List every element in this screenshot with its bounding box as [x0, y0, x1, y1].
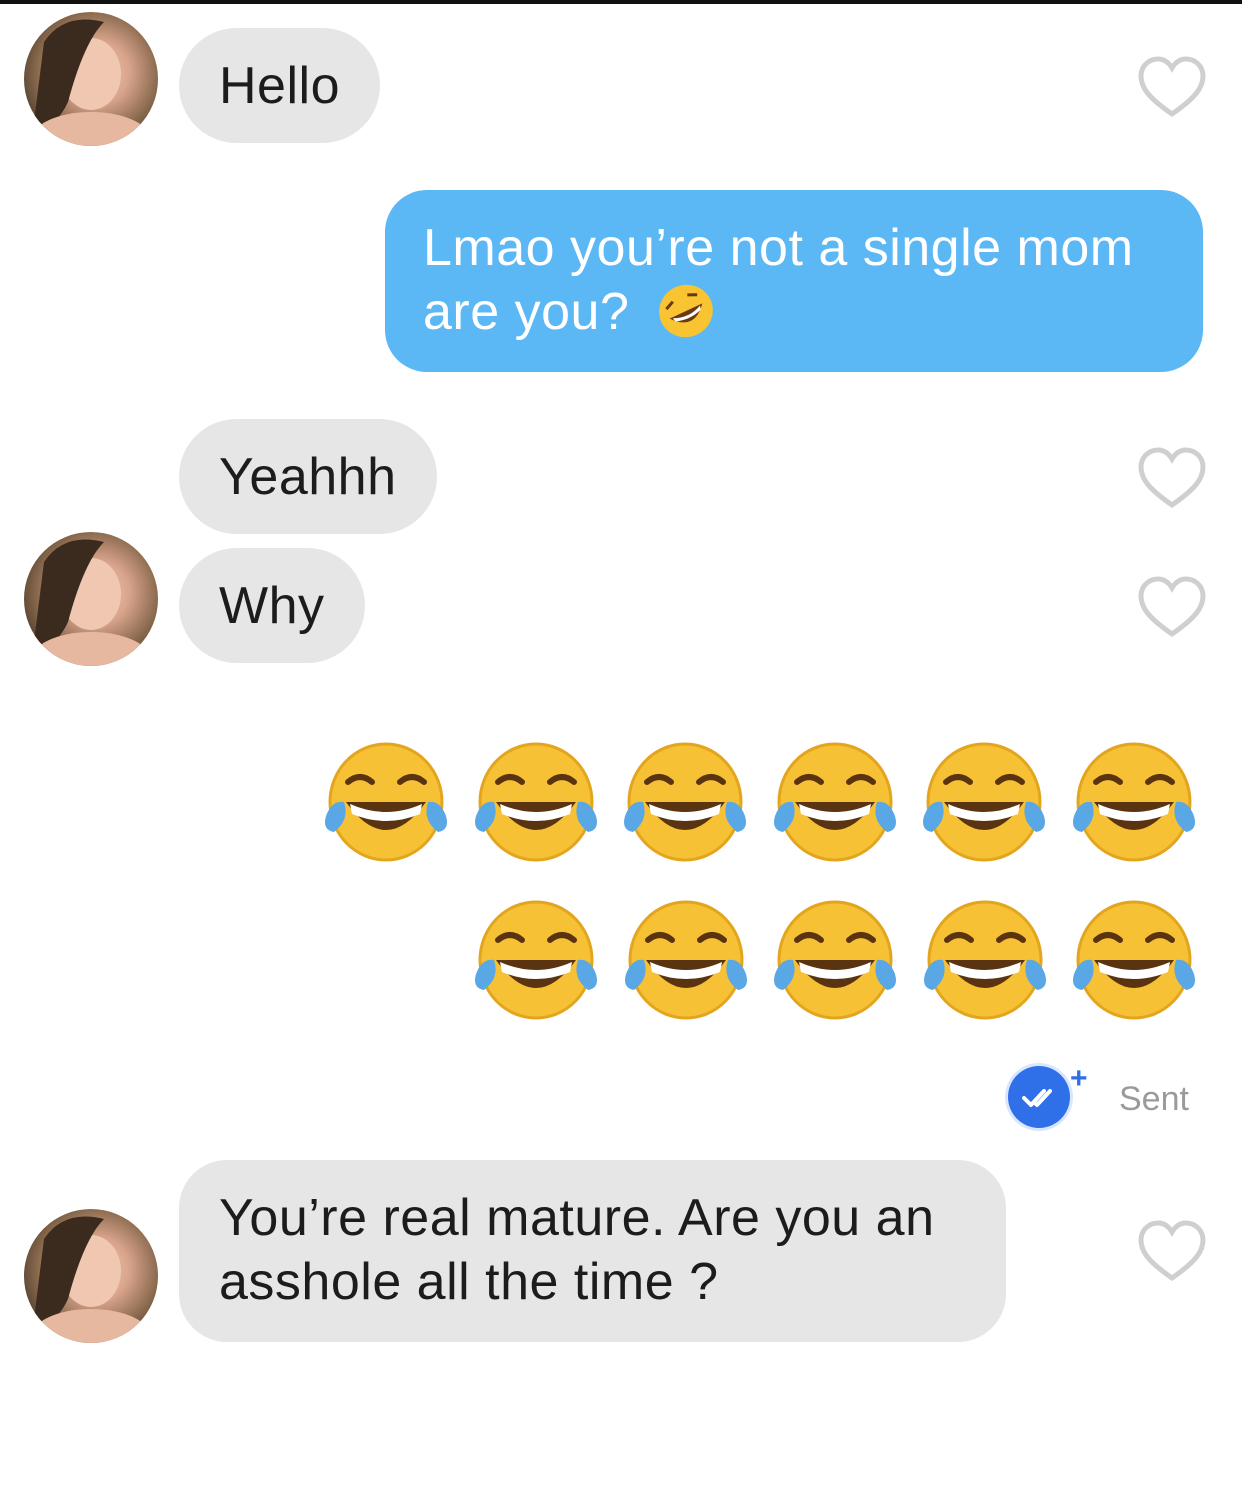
rolling-on-floor-laughing-emoji [659, 284, 714, 338]
face-with-tears-of-joy-emoji [625, 900, 747, 1020]
heart-icon[interactable] [1137, 576, 1207, 638]
message-bubble-incoming[interactable]: You’re real mature. Are you an asshole a… [179, 1160, 1006, 1342]
face-with-tears-of-joy-emoji [923, 742, 1045, 862]
face-with-tears-of-joy-emoji [1073, 900, 1195, 1020]
avatar[interactable] [24, 12, 158, 146]
message-bubble-incoming[interactable]: Hello [179, 28, 380, 143]
face-with-tears-of-joy-emoji [325, 742, 447, 862]
double-check-icon [1022, 1089, 1052, 1107]
message-bubble-incoming[interactable]: Why [179, 548, 365, 663]
message-text-line: asshole all the time ? [219, 1253, 719, 1311]
message-bubble-incoming[interactable]: Yeahhh [179, 419, 437, 534]
avatar[interactable] [24, 532, 158, 666]
plus-icon[interactable]: + [1070, 1062, 1088, 1096]
message-text-line: You’re real mature. Are you an [219, 1189, 935, 1247]
face-with-tears-of-joy-emoji [624, 742, 746, 862]
message-bubble-outgoing[interactable]: Lmao you’re not a single mom are you? [385, 190, 1203, 372]
heart-icon[interactable] [1137, 447, 1207, 509]
face-with-tears-of-joy-emoji [475, 900, 597, 1020]
message-text-line: are you? [423, 280, 1165, 344]
message-text-line: Lmao you’re not a single mom [423, 219, 1134, 277]
read-receipt-badge [1008, 1066, 1070, 1128]
heart-icon[interactable] [1137, 56, 1207, 118]
avatar[interactable] [24, 1209, 158, 1343]
face-with-tears-of-joy-emoji [774, 742, 896, 862]
face-with-tears-of-joy-emoji [924, 900, 1046, 1020]
face-with-tears-of-joy-emoji [475, 742, 597, 862]
face-with-tears-of-joy-emoji [1073, 742, 1195, 862]
message-text: Hello [219, 57, 340, 115]
message-text: Yeahhh [219, 448, 397, 506]
heart-icon[interactable] [1137, 1220, 1207, 1282]
top-divider [0, 0, 1242, 4]
message-status: Sent [1119, 1080, 1189, 1118]
face-with-tears-of-joy-emoji [774, 900, 896, 1020]
message-text: Why [219, 577, 325, 635]
